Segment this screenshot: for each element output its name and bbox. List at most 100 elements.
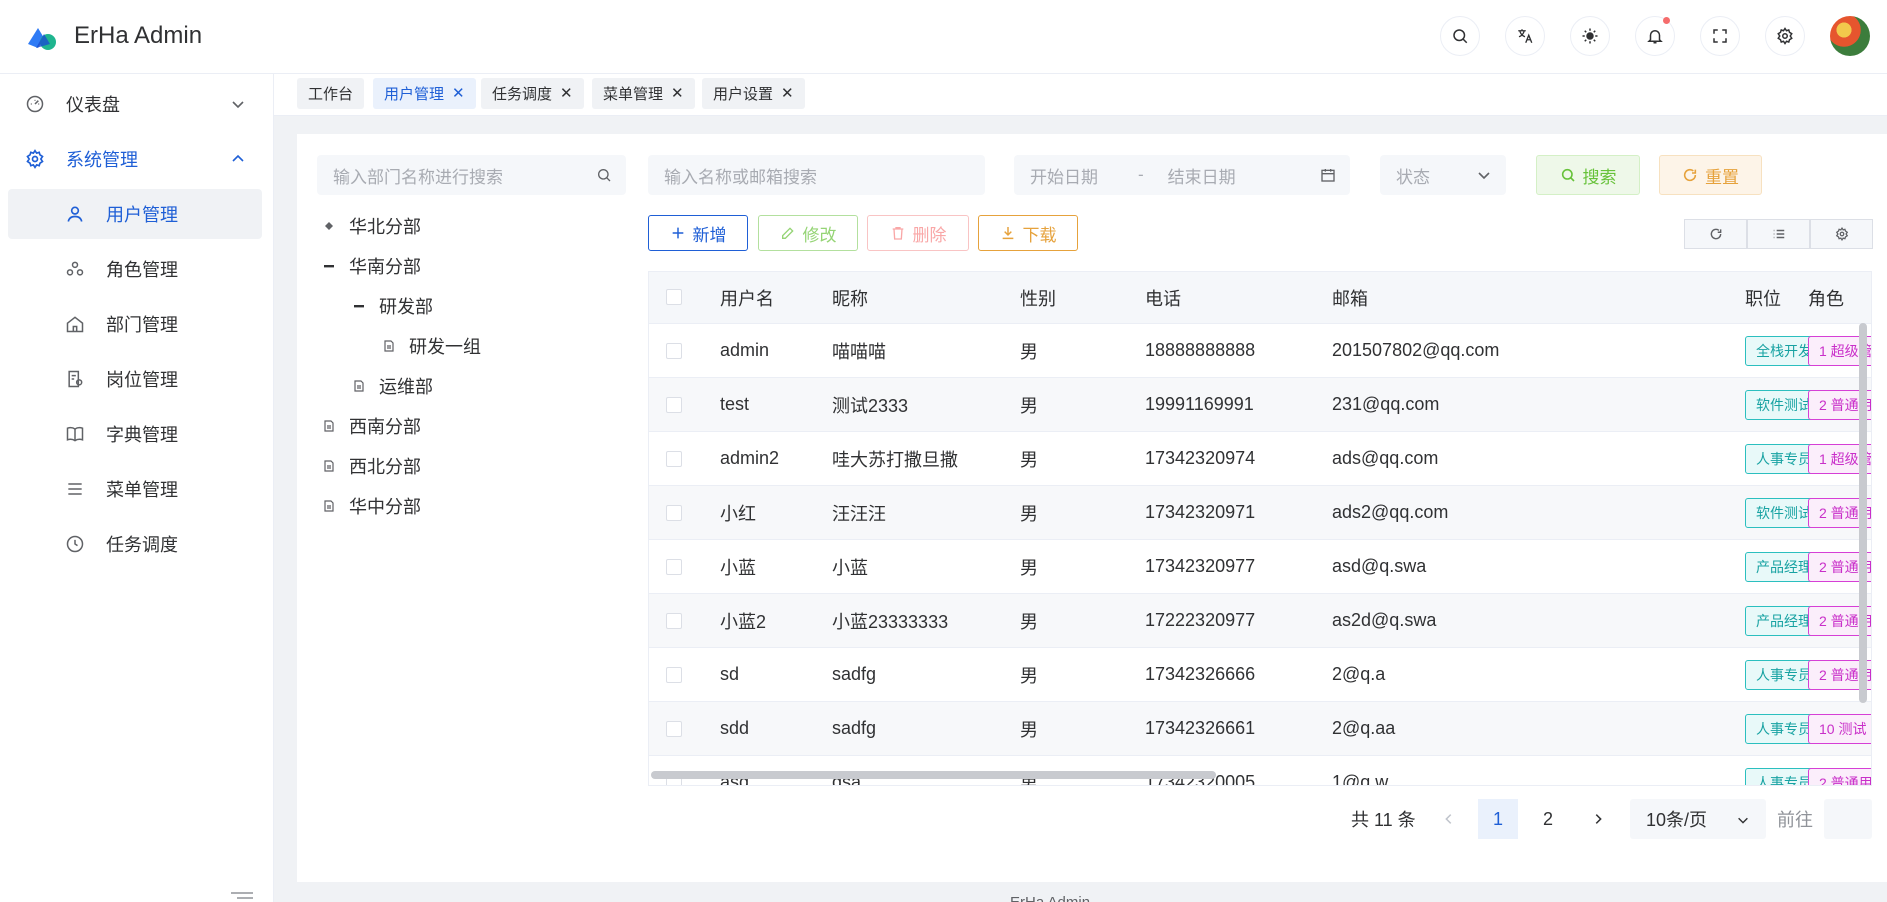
tab-workbench[interactable]: 工作台 bbox=[297, 78, 365, 109]
language-button[interactable] bbox=[1505, 16, 1545, 56]
cell-nickname: sadfg bbox=[832, 664, 877, 684]
row-checkbox[interactable] bbox=[666, 397, 682, 413]
col-role-label[interactable]: 角色 bbox=[1808, 272, 1844, 323]
sidebar-item-dictionary[interactable]: 字典管理 bbox=[8, 409, 262, 459]
fullscreen-button[interactable] bbox=[1700, 16, 1740, 56]
tree-node-huanan[interactable]: 华南分部 bbox=[323, 249, 421, 283]
row-checkbox[interactable] bbox=[666, 613, 682, 629]
close-icon[interactable]: ✕ bbox=[781, 86, 794, 101]
table-row[interactable]: sdd sadfg 男 17342326661 2@q.aa 人事专员 10 测试 bbox=[649, 702, 1871, 756]
sidebar-item-posts[interactable]: 岗位管理 bbox=[8, 354, 262, 404]
sidebar-item-tasks[interactable]: 任务调度 bbox=[8, 519, 262, 569]
row-checkbox[interactable] bbox=[666, 505, 682, 521]
col-email[interactable]: 邮箱 bbox=[1332, 272, 1368, 323]
next-page-button[interactable] bbox=[1578, 799, 1618, 839]
cell-email: 1@q.w bbox=[1332, 772, 1389, 786]
tab-menu-management[interactable]: 菜单管理 ✕ bbox=[592, 78, 695, 109]
table-header: 用户名 昵称 性别 电话 邮箱 职位 角色 bbox=[649, 272, 1871, 324]
chevron-up-icon bbox=[232, 154, 244, 162]
theme-icon bbox=[1582, 28, 1598, 44]
translate-icon bbox=[1518, 29, 1533, 44]
tree-node-rd-group1[interactable]: 研发一组 bbox=[383, 329, 481, 363]
refresh-table-button[interactable] bbox=[1684, 219, 1747, 249]
dept-search-input[interactable]: 输入部门名称进行搜索 bbox=[317, 155, 626, 195]
prev-page-button[interactable] bbox=[1429, 799, 1469, 839]
cell-email: 201507802@qq.com bbox=[1332, 340, 1500, 360]
name-search-input[interactable]: 输入名称或邮箱搜索 bbox=[648, 155, 985, 195]
page-2-button[interactable]: 2 bbox=[1528, 799, 1568, 839]
edit-button[interactable]: 修改 bbox=[758, 215, 858, 251]
page-size-select[interactable]: 10条/页 bbox=[1630, 799, 1766, 839]
collapse-sidebar-icon[interactable] bbox=[229, 890, 255, 902]
sidebar-item-system[interactable]: 系统管理 bbox=[8, 134, 262, 184]
reset-button[interactable]: 重置 bbox=[1659, 155, 1762, 195]
table-row[interactable]: test 测试2333 男 19991169991 231@qq.com 软件测试 2 普通… bbox=[649, 378, 1871, 432]
tree-node-rd[interactable]: 研发部 bbox=[353, 289, 433, 323]
tree-node-xinan[interactable]: 西南分部 bbox=[323, 409, 421, 443]
cell-gender: 男 bbox=[1020, 719, 1038, 740]
status-select[interactable]: 状态 bbox=[1380, 155, 1506, 195]
col-username[interactable]: 用户名 bbox=[720, 272, 774, 323]
row-checkbox[interactable] bbox=[666, 559, 682, 575]
cell-nickname: 汪汪汪 bbox=[832, 503, 886, 524]
cell-email: 231@qq.com bbox=[1332, 394, 1440, 414]
close-icon[interactable]: ✕ bbox=[671, 86, 684, 101]
add-button[interactable]: 新增 bbox=[648, 215, 748, 251]
table-row[interactable]: 小蓝2 小蓝23333333 男 17222320977 as2d@q.swa 产品经理 2… bbox=[649, 594, 1871, 648]
settings-button[interactable] bbox=[1765, 16, 1805, 56]
sidebar-item-roles[interactable]: 角色管理 bbox=[8, 244, 262, 294]
user-avatar[interactable] bbox=[1830, 16, 1870, 56]
column-settings-button[interactable] bbox=[1810, 219, 1873, 249]
row-checkbox[interactable] bbox=[666, 451, 682, 467]
col-post[interactable]: 职位 bbox=[1745, 272, 1781, 323]
table-row[interactable]: sd sadfg 男 17342326666 2@q.a 人事专员 2 普通用 bbox=[649, 648, 1871, 702]
notification-button[interactable] bbox=[1635, 16, 1675, 56]
logo-icon bbox=[28, 28, 56, 50]
search-button[interactable] bbox=[1440, 16, 1480, 56]
table-row[interactable]: 小红 汪汪汪男 17342320971 ads2@qq.com 软件测试 2 普通用 bbox=[649, 486, 1871, 540]
tab-user-management[interactable]: 用户管理 ✕ bbox=[373, 78, 476, 109]
tab-user-settings[interactable]: 用户设置 ✕ bbox=[702, 78, 805, 109]
select-all-checkbox[interactable] bbox=[666, 289, 682, 305]
sidebar-item-departments[interactable]: 部门管理 bbox=[8, 299, 262, 349]
density-button[interactable] bbox=[1747, 219, 1810, 249]
theme-button[interactable] bbox=[1570, 16, 1610, 56]
sidebar-item-menus[interactable]: 菜单管理 bbox=[8, 464, 262, 514]
sidebar-item-users[interactable]: 用户管理 bbox=[8, 189, 262, 239]
tab-task-schedule[interactable]: 任务调度 ✕ bbox=[481, 78, 584, 109]
search-button[interactable]: 搜索 bbox=[1536, 155, 1640, 195]
close-icon[interactable]: ✕ bbox=[452, 86, 465, 101]
horizontal-scrollbar[interactable] bbox=[651, 771, 1216, 779]
user-table: 用户名 昵称 性别 电话 邮箱 职位 角色 admin 喵喵喵男 188888888… bbox=[648, 271, 1872, 786]
collapse-icon[interactable] bbox=[323, 260, 335, 272]
cell-nickname: sadfg bbox=[832, 718, 877, 738]
cell-role: 10 测试 bbox=[1808, 702, 1871, 755]
tree-node-ops[interactable]: 运维部 bbox=[353, 369, 433, 403]
col-gender[interactable]: 性别 bbox=[1020, 272, 1056, 323]
tree-node-huabei[interactable]: 华北分部 bbox=[323, 209, 421, 243]
table-row[interactable]: admin2哇大苏打撒旦撒男17342320974ads@qq.com人事专员产… bbox=[649, 432, 1871, 486]
row-checkbox[interactable] bbox=[666, 667, 682, 683]
collapse-icon[interactable] bbox=[353, 300, 365, 312]
sidebar-item-label: 岗位管理 bbox=[106, 370, 178, 390]
page-1-button[interactable]: 1 bbox=[1478, 799, 1518, 839]
delete-button[interactable]: 删除 bbox=[867, 215, 969, 251]
row-checkbox[interactable] bbox=[666, 343, 682, 359]
tab-label: 菜单管理 bbox=[603, 86, 664, 103]
tree-node-xibei[interactable]: 西北分部 bbox=[323, 449, 421, 483]
cell-nickname: 小蓝 bbox=[832, 557, 868, 578]
chevron-down-icon bbox=[232, 101, 244, 109]
expand-icon[interactable] bbox=[323, 220, 335, 232]
col-phone[interactable]: 电话 bbox=[1145, 272, 1181, 323]
table-row[interactable]: 小蓝 小蓝男 17342320977 asd@q.swa 产品经理 2 普通用 bbox=[649, 540, 1871, 594]
download-button[interactable]: 下载 bbox=[978, 215, 1078, 251]
col-nickname[interactable]: 昵称 bbox=[832, 272, 868, 323]
close-icon[interactable]: ✕ bbox=[560, 86, 573, 101]
sidebar-item-dashboard[interactable]: 仪表盘 bbox=[8, 79, 262, 129]
date-range-picker[interactable]: 开始日期 - 结束日期 bbox=[1014, 155, 1350, 195]
table-row[interactable]: admin 喵喵喵男 18888888888 201507802@qq.com 全栈开发… bbox=[649, 324, 1871, 378]
goto-page-input[interactable] bbox=[1824, 799, 1872, 839]
row-checkbox[interactable] bbox=[666, 721, 682, 737]
vertical-scrollbar[interactable] bbox=[1859, 323, 1867, 703]
tree-node-huazhong[interactable]: 华中分部 bbox=[323, 489, 421, 523]
